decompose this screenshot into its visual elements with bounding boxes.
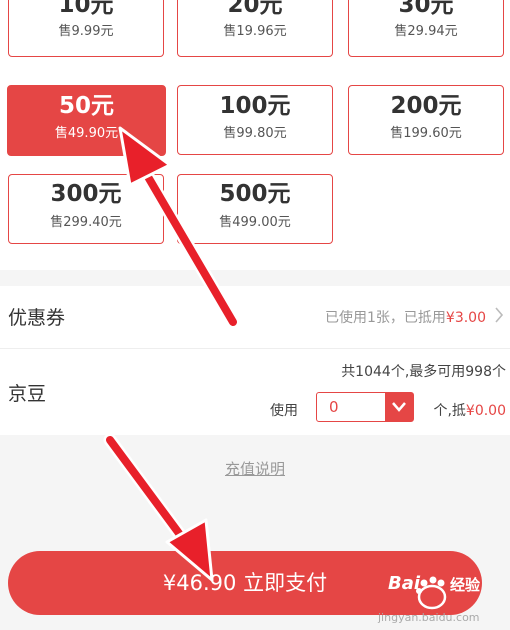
amount-price: 售19.96元 [223, 24, 287, 39]
amount-panel: 10元 售9.99元 20元 售19.96元 30元 售29.94元 50元 售… [0, 0, 510, 270]
amount-option-200[interactable]: 200元 售199.60元 [348, 85, 504, 155]
jingdou-offset-value: ¥0.00 [465, 403, 506, 419]
coupon-row[interactable]: 优惠券 已使用1张，已抵用¥3.00 [0, 286, 510, 349]
jingdou-total: 共1044个,最多可用998个 [341, 364, 506, 380]
coupon-detail-text: 已使用1张，已抵用 [324, 310, 446, 326]
amount-price: 售499.00元 [219, 215, 291, 230]
amount-value: 300元 [50, 181, 122, 207]
coupon-discount: ¥3.00 [445, 310, 486, 326]
coupon-label: 优惠券 [8, 307, 66, 329]
jingdou-row: 京豆 共1044个,最多可用998个 使用 0 个,抵¥0.00 [0, 349, 510, 435]
amount-price: 售99.80元 [223, 126, 287, 141]
jingdou-quantity-value: 0 [329, 398, 339, 416]
watermark-label: 经验 [450, 576, 481, 594]
amount-option-20[interactable]: 20元 售19.96元 [177, 0, 333, 57]
amount-value: 10元 [58, 0, 114, 18]
amount-price: 售49.90元 [54, 126, 119, 141]
watermark-url: jingyan.baidu.com [378, 611, 480, 624]
amount-option-50[interactable]: 50元 售49.90元 [7, 85, 166, 156]
chevron-down-icon[interactable] [385, 393, 413, 421]
jingdou-offset-label: 个,抵 [433, 403, 466, 419]
jingdou-use-label: 使用 [270, 403, 298, 419]
amount-option-10[interactable]: 10元 售9.99元 [8, 0, 164, 57]
amount-value: 50元 [58, 93, 114, 119]
amount-option-300[interactable]: 300元 售299.40元 [8, 174, 164, 244]
amount-price: 售9.99元 [58, 24, 114, 39]
amount-value: 500元 [219, 181, 291, 207]
jingdou-label: 京豆 [8, 383, 47, 405]
chevron-right-icon [494, 306, 504, 329]
amount-option-500[interactable]: 500元 售499.00元 [177, 174, 333, 244]
amount-price: 售299.40元 [50, 215, 122, 230]
amount-value: 100元 [219, 93, 291, 119]
amount-value: 200元 [390, 93, 462, 119]
amount-option-100[interactable]: 100元 售99.80元 [177, 85, 333, 155]
coupon-detail: 已使用1张，已抵用¥3.00 [325, 307, 486, 327]
amount-price: 售29.94元 [394, 24, 458, 39]
amount-price: 售199.60元 [390, 126, 462, 141]
amount-value: 30元 [398, 0, 454, 18]
amount-option-30[interactable]: 30元 售29.94元 [348, 0, 504, 57]
recharge-help-link[interactable]: 充值说明 [0, 458, 510, 479]
amount-value: 20元 [227, 0, 283, 18]
watermark-brand: Bai [388, 573, 421, 594]
jingdou-quantity-select[interactable]: 0 [316, 392, 414, 422]
jingdou-offset: 个,抵¥0.00 [433, 400, 506, 420]
